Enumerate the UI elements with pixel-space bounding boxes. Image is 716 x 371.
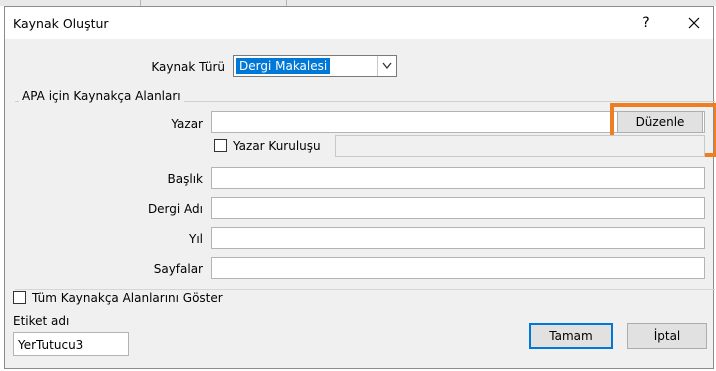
title-label: Başlık [167,172,203,186]
create-source-dialog: Kaynak Oluştur ? Kaynak Türü Dergi Makal… [4,6,716,369]
journal-name-input[interactable] [211,197,705,219]
tag-name-label: Etiket adı [13,314,70,328]
ok-button[interactable]: Tamam [529,323,613,349]
group-title: APA için Kaynakça Alanları [19,89,184,103]
source-type-value: Dergi Makalesi [236,58,331,74]
source-type-select[interactable]: Dergi Makalesi [233,55,397,77]
tag-name-value: YerTutucu3 [18,338,84,352]
corporate-author-checkbox[interactable] [214,139,227,152]
corporate-author-label: Yazar Kuruluşu [233,139,321,153]
chevron-down-icon [382,62,392,70]
year-label: Yıl [189,232,203,246]
title-bar: Kaynak Oluştur ? [5,7,713,39]
help-button[interactable]: ? [629,11,663,35]
show-all-fields-label: Tüm Kaynakça Alanlarını Göster [32,291,223,305]
dialog-title: Kaynak Oluştur [13,16,109,31]
year-input[interactable] [211,227,705,249]
journal-name-label: Dergi Adı [147,202,203,216]
close-button[interactable] [677,11,711,35]
show-all-fields-checkbox[interactable] [13,291,26,304]
cancel-button[interactable]: İptal [627,323,707,349]
dropdown-button[interactable] [377,56,396,76]
source-type-label: Kaynak Türü [151,60,225,74]
group-box-bottom-border [15,289,715,290]
title-input[interactable] [211,167,705,189]
pages-input[interactable] [211,257,705,279]
tag-name-input[interactable]: YerTutucu3 [13,332,129,356]
author-label: Yazar [171,117,203,131]
close-icon [688,17,700,29]
pages-label: Sayfalar [153,262,203,276]
corporate-author-input[interactable] [335,135,705,157]
